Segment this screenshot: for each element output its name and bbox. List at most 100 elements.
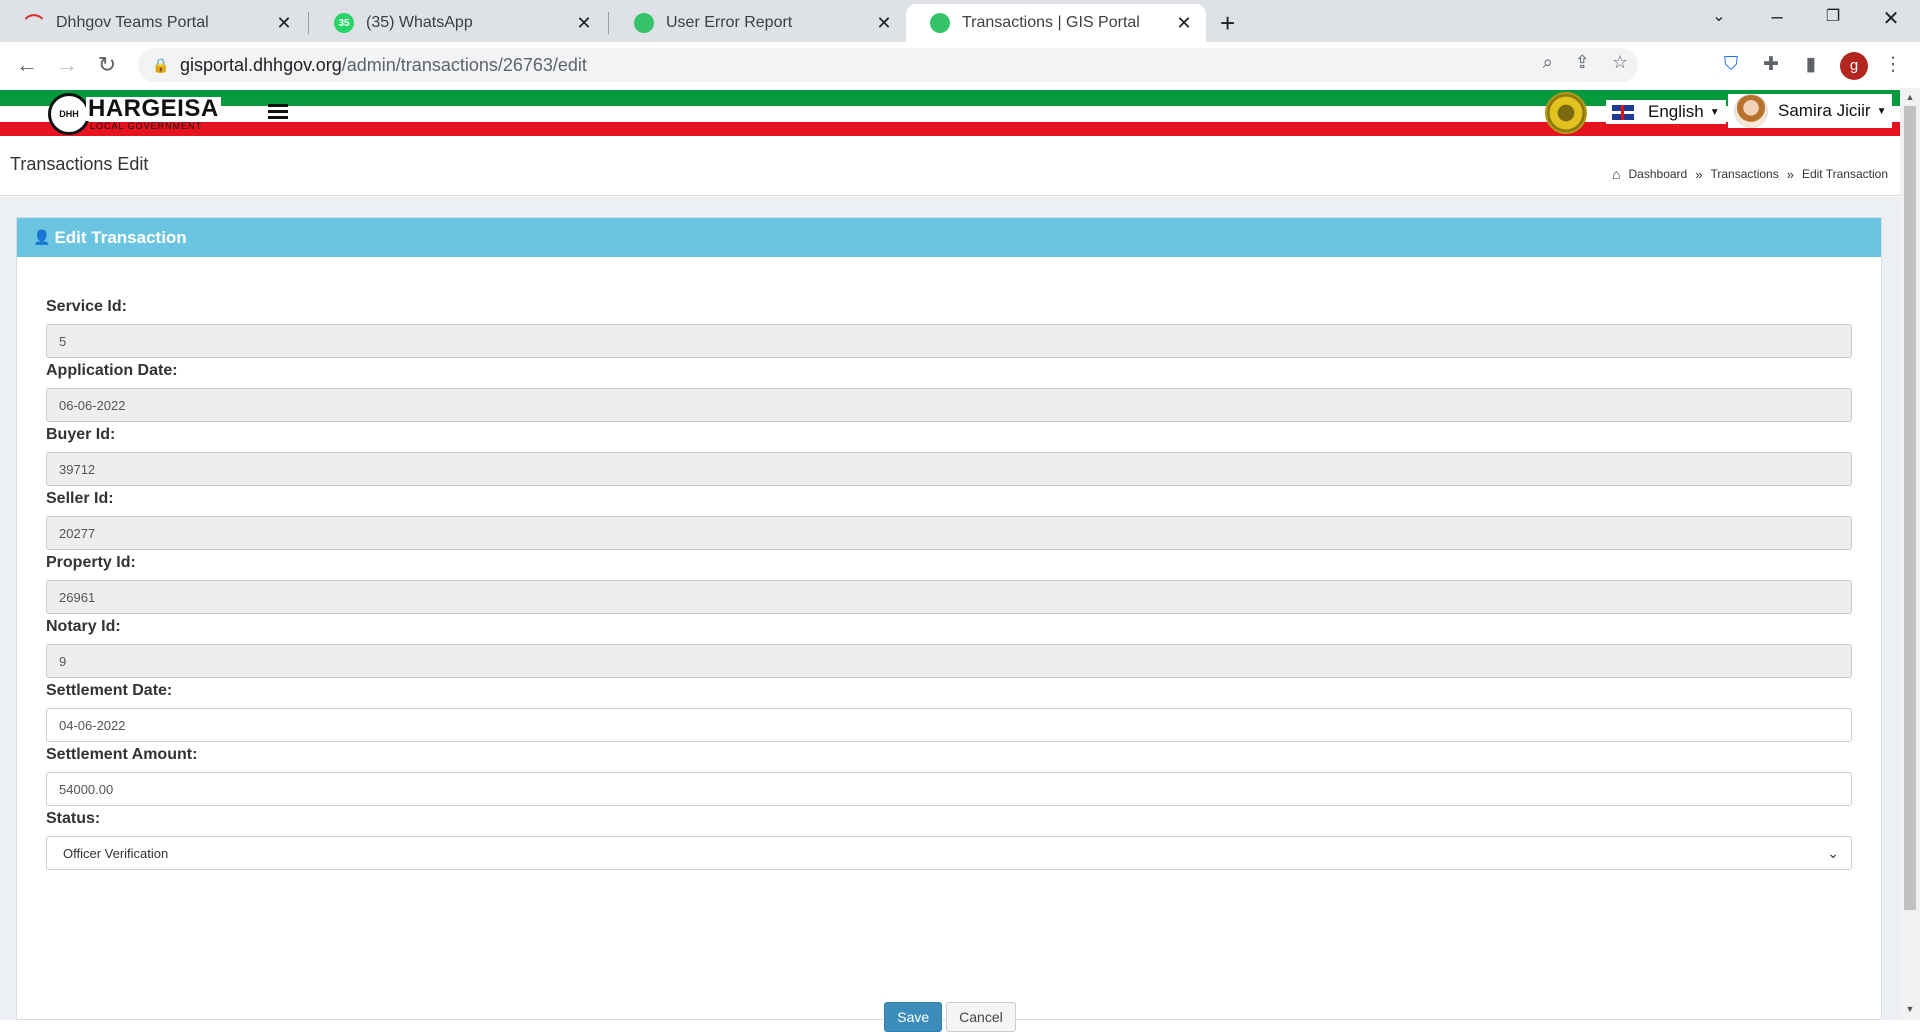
home-icon: ⌂ (1612, 166, 1621, 182)
settlement-date-input[interactable]: 04-06-2022 (46, 708, 1852, 742)
browser-toolbar: ← → ↻ 🔒 gisportal.dhhgov.org/admin/trans… (0, 42, 1920, 88)
restore-icon[interactable]: ❐ (1818, 6, 1848, 26)
close-icon[interactable]: ✕ (1174, 13, 1194, 34)
breadcrumb-edit-transaction: Edit Transaction (1801, 167, 1888, 181)
logo-title: HARGEISA (86, 95, 221, 122)
buyer-id-input[interactable]: 39712 (46, 452, 1852, 486)
breadcrumb-separator: » (1695, 166, 1703, 182)
user-name: Samira Jiciir (1778, 101, 1871, 120)
seller-id-input[interactable]: 20277 (46, 516, 1852, 550)
logo-badge-text: DHH (59, 109, 79, 119)
field-label: Notary Id: (46, 618, 121, 635)
logo-subtitle: LOCAL GOVERNMENT (90, 121, 203, 131)
whatsapp-icon: 35 (334, 13, 354, 33)
app-face-icon (634, 13, 654, 33)
app-face-icon (930, 13, 950, 33)
profile-avatar[interactable]: g (1840, 52, 1868, 80)
reload-icon[interactable]: ↻ (94, 52, 120, 78)
side-panel-icon[interactable]: ▮ (1798, 52, 1824, 78)
settlement-amount-input[interactable]: 54000.00 (46, 772, 1852, 806)
field-label: Buyer Id: (46, 426, 116, 443)
back-arrow-icon[interactable]: ← (14, 52, 40, 78)
window-close-icon[interactable]: ✕ (1876, 6, 1906, 31)
url-path: /admin/transactions/26763/edit (341, 54, 587, 75)
extensions-puzzle-icon[interactable]: ✚ (1758, 52, 1784, 78)
tab-divider (308, 12, 309, 34)
breadcrumb: ⌂ Dashboard » Transactions » Edit Transa… (1612, 166, 1888, 182)
field-status: Status: Officer Verification ⌄ (46, 810, 1852, 870)
tab-user-error-report[interactable]: User Error Report ✕ (610, 4, 906, 42)
user-avatar (1734, 94, 1768, 128)
field-label: Settlement Date: (46, 682, 173, 699)
save-button[interactable]: Save (884, 1002, 943, 1032)
language-dropdown[interactable]: English ▼ (1606, 100, 1726, 124)
zoom-icon[interactable]: ⌕ (1543, 52, 1553, 73)
language-label: English (1648, 102, 1704, 121)
tab-dhhgov-teams[interactable]: ⌒ Dhhgov Teams Portal ✕ (0, 4, 306, 42)
url-host: gisportal.dhhgov.org (180, 54, 342, 75)
menu-kebab-icon[interactable]: ⋮ (1880, 52, 1906, 78)
tab-search-icon[interactable]: ⌄ (1704, 6, 1734, 26)
cancel-button[interactable]: Cancel (946, 1002, 1016, 1032)
extension-shield-icon[interactable]: ⛉ (1718, 52, 1744, 78)
field-seller-id: Seller Id: 20277 (46, 490, 1852, 550)
new-tab-button[interactable]: + (1220, 8, 1235, 39)
tab-whatsapp[interactable]: 35 (35) WhatsApp ✕ (310, 4, 606, 42)
unread-badge: 35 (338, 17, 350, 29)
tab-title: (35) WhatsApp (366, 14, 473, 31)
close-icon[interactable]: ✕ (874, 13, 894, 34)
scrollbar-thumb[interactable] (1904, 106, 1916, 910)
service-id-input[interactable]: 5 (46, 324, 1852, 358)
browser-tabstrip: ⌒ Dhhgov Teams Portal ✕ 35 (35) WhatsApp… (0, 0, 1920, 42)
tab-divider (608, 12, 609, 34)
field-label: Application Date: (46, 362, 178, 379)
share-icon[interactable]: ⇪ (1575, 52, 1590, 73)
hargeisa-logo[interactable]: DHH HARGEISA LOCAL GOVERNMENT (48, 93, 221, 135)
teams-portal-icon: ⌒ (25, 14, 43, 34)
notary-id-input[interactable]: 9 (46, 644, 1852, 678)
breadcrumb-separator: » (1786, 166, 1794, 182)
field-label: Property Id: (46, 554, 136, 571)
status-selected-value: Officer Verification (63, 845, 169, 861)
close-icon[interactable]: ✕ (574, 13, 594, 34)
field-service-id: Service Id: 5 (46, 298, 1852, 358)
field-label: Seller Id: (46, 490, 114, 507)
address-bar[interactable]: 🔒 gisportal.dhhgov.org/admin/transaction… (138, 48, 1638, 82)
scroll-up-arrow-icon[interactable]: ▲ (1900, 92, 1920, 102)
tab-title: Transactions | GIS Portal (962, 14, 1140, 31)
forward-arrow-icon[interactable]: → (54, 52, 80, 78)
flag-stripe-red (0, 122, 1900, 136)
field-settlement-amount: Settlement Amount: 54000.00 (46, 746, 1852, 806)
user-icon: 👤 (33, 229, 51, 245)
field-label: Settlement Amount: (46, 746, 198, 763)
logo-emblem: DHH (48, 93, 90, 135)
hamburger-menu-icon[interactable] (268, 104, 288, 122)
field-property-id: Property Id: 26961 (46, 554, 1852, 614)
lock-icon: 🔒 (152, 56, 170, 73)
form-actions: Save Cancel (17, 1002, 1883, 1032)
edit-transaction-card: 👤 Edit Transaction Service Id: 5 Applica… (16, 217, 1882, 1032)
caret-down-icon: ▼ (1876, 105, 1887, 117)
property-id-input[interactable]: 26961 (46, 580, 1852, 614)
breadcrumb-dashboard[interactable]: Dashboard (1629, 167, 1688, 181)
content-header: Transactions Edit ⌂ Dashboard » Transact… (0, 140, 1900, 196)
app-header: DHH HARGEISA LOCAL GOVERNMENT English ▼ … (0, 88, 1900, 138)
field-buyer-id: Buyer Id: 39712 (46, 426, 1852, 486)
card-header: 👤 Edit Transaction (17, 218, 1881, 257)
minimize-icon[interactable]: – (1762, 6, 1792, 29)
tab-transactions-gis[interactable]: Transactions | GIS Portal ✕ (906, 4, 1206, 42)
bookmark-star-icon[interactable]: ☆ (1612, 52, 1628, 73)
chevron-down-icon: ⌄ (1827, 844, 1839, 861)
government-seal-icon (1545, 92, 1587, 134)
scroll-down-arrow-icon[interactable]: ▼ (1900, 1004, 1920, 1014)
status-select[interactable]: Officer Verification ⌄ (46, 836, 1852, 870)
field-settlement-date: Settlement Date: 04-06-2022 (46, 682, 1852, 742)
field-notary-id: Notary Id: 9 (46, 618, 1852, 678)
application-date-input[interactable]: 06-06-2022 (46, 388, 1852, 422)
card-title: Edit Transaction (54, 227, 187, 247)
close-icon[interactable]: ✕ (274, 13, 294, 34)
caret-down-icon: ▼ (1709, 106, 1720, 118)
breadcrumb-transactions[interactable]: Transactions (1710, 167, 1778, 181)
field-label: Service Id: (46, 298, 127, 315)
user-menu-dropdown[interactable]: Samira Jiciir ▼ (1728, 94, 1893, 128)
